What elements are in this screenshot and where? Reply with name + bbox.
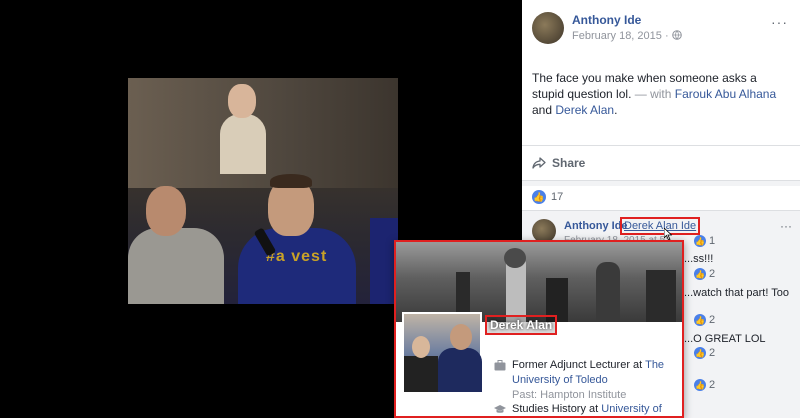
comment-reaction[interactable]: 👍 2 <box>694 347 715 359</box>
cover-figure <box>646 270 676 322</box>
globe-icon <box>671 30 682 42</box>
photo-figure <box>238 228 356 304</box>
cover-figure <box>596 262 620 322</box>
comment-options-icon[interactable]: ··· <box>780 219 792 233</box>
photo-figure <box>270 174 312 188</box>
reaction-count: 1 <box>709 235 716 247</box>
reaction-count: 2 <box>709 347 716 359</box>
study-text: Studies History at <box>512 403 602 415</box>
comment-reaction[interactable]: 👍 1 <box>694 235 715 247</box>
comment-reaction[interactable]: 👍 2 <box>694 379 715 391</box>
with-text: — with <box>631 87 675 101</box>
graduation-cap-icon <box>494 405 506 413</box>
reaction-count: 2 <box>709 268 716 280</box>
tagged-user-link[interactable]: Derek Alan <box>555 103 614 117</box>
author-avatar[interactable] <box>532 12 564 44</box>
photo-figure <box>128 228 224 304</box>
post-photo[interactable]: #a vest <box>128 78 398 304</box>
briefcase-icon <box>494 360 506 371</box>
like-icon: 👍 <box>694 235 706 247</box>
comment-mention-link[interactable]: Derek Alan Ide <box>620 217 701 235</box>
comment-reaction[interactable]: 👍 2 <box>694 268 715 280</box>
post-options-icon[interactable]: ··· <box>771 14 788 30</box>
post-text: The face you make when someone asks a st… <box>532 70 790 118</box>
past-work: Past: Hampton Institute <box>512 389 627 401</box>
like-icon: 👍 <box>532 190 546 204</box>
share-label: Share <box>552 156 586 170</box>
and-text: and <box>532 103 556 117</box>
comment-text: ...watch that part! Too <box>684 287 789 299</box>
like-icon: 👍 <box>694 347 706 359</box>
comment-text: ...ss!!! <box>684 253 714 265</box>
reaction-count: 17 <box>551 191 564 203</box>
post-author-name[interactable]: Anthony Ide <box>572 13 641 27</box>
education-info: Studies History at University of <box>512 402 680 416</box>
comment-reaction[interactable]: 👍 2 <box>694 314 715 326</box>
tagged-user-link[interactable]: Farouk Abu Alhana <box>675 87 776 101</box>
divider <box>522 145 800 146</box>
like-icon: 👍 <box>694 314 706 326</box>
like-icon: 👍 <box>694 379 706 391</box>
school-link[interactable]: University of <box>601 403 662 415</box>
work-info: Former Adjunct Lecturer at The Universit… <box>512 358 680 403</box>
reaction-count: 2 <box>709 379 716 391</box>
photo-figure <box>220 114 266 174</box>
cover-photo[interactable] <box>396 242 682 322</box>
photo-figure <box>228 84 256 118</box>
post-meta: February 18, 2015 · <box>572 30 682 42</box>
photo-figure <box>146 186 186 236</box>
meta-separator: · <box>661 30 672 42</box>
comment-text: ...O GREAT LOL <box>684 333 766 345</box>
profile-picture[interactable] <box>402 312 482 394</box>
reaction-summary[interactable]: 👍 17 <box>532 190 563 204</box>
reaction-count: 2 <box>709 314 716 326</box>
like-icon: 👍 <box>694 268 706 280</box>
cover-figure <box>504 248 526 268</box>
pic-figure <box>450 324 472 350</box>
mouse-cursor-icon <box>664 228 672 240</box>
pic-figure <box>412 336 430 358</box>
comment-author-name[interactable]: Anthony Ide <box>564 220 628 232</box>
profile-hovercard[interactable]: Derek Alan Former Adjunct Lecturer at Th… <box>394 240 684 418</box>
section-divider <box>522 180 800 186</box>
post-date[interactable]: February 18, 2015 <box>572 30 662 42</box>
profile-name[interactable]: Derek Alan <box>485 315 558 335</box>
work-title: Former Adjunct Lecturer at <box>512 359 646 371</box>
pic-figure <box>404 356 438 392</box>
period-text: . <box>614 103 618 117</box>
pic-figure <box>438 348 482 392</box>
share-button[interactable]: Share <box>532 156 585 170</box>
share-icon <box>532 157 546 169</box>
